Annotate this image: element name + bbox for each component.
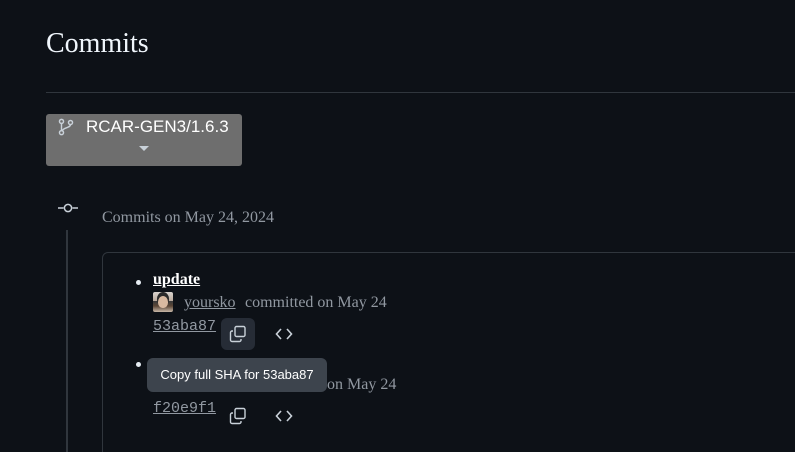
header-divider <box>46 92 795 93</box>
author-link[interactable]: yoursko <box>184 294 236 312</box>
copy-icon <box>229 325 246 343</box>
branch-name: RCAR-GEN3/1.6.3 <box>86 117 229 136</box>
branch-selector-button[interactable]: RCAR-GEN3/1.6.3 <box>46 114 242 166</box>
timeline-line <box>66 230 68 452</box>
code-icon <box>275 410 293 422</box>
browse-repo-button[interactable] <box>267 400 301 432</box>
caret-down-icon <box>139 146 149 151</box>
list-bullet <box>136 362 141 367</box>
commits-date-heading: Commits on May 24, 2024 <box>102 209 275 226</box>
committed-date-text: on May 24 <box>327 376 397 393</box>
committed-date-text: committed on May 24 <box>245 294 387 311</box>
copy-sha-button[interactable] <box>221 400 255 432</box>
code-icon <box>275 328 293 340</box>
commit-message-link[interactable]: update <box>153 271 200 289</box>
git-commit-icon <box>58 203 78 213</box>
browse-repo-button[interactable] <box>267 318 301 350</box>
avatar[interactable] <box>153 292 173 312</box>
commit-sha-link[interactable]: 53aba87 <box>153 318 216 335</box>
commits-page: Commits RCAR-GEN3/1.6.3 Commits on May 2… <box>0 0 795 452</box>
copy-icon <box>229 407 246 425</box>
page-title: Commits <box>46 28 149 59</box>
copy-sha-tooltip: Copy full SHA for 53aba87 <box>147 358 327 392</box>
list-bullet <box>136 280 141 285</box>
copy-sha-button[interactable] <box>221 318 255 350</box>
git-branch-icon <box>58 118 74 136</box>
commit-list-box <box>102 252 795 452</box>
commit-sha-link[interactable]: f20e9f1 <box>153 400 216 417</box>
